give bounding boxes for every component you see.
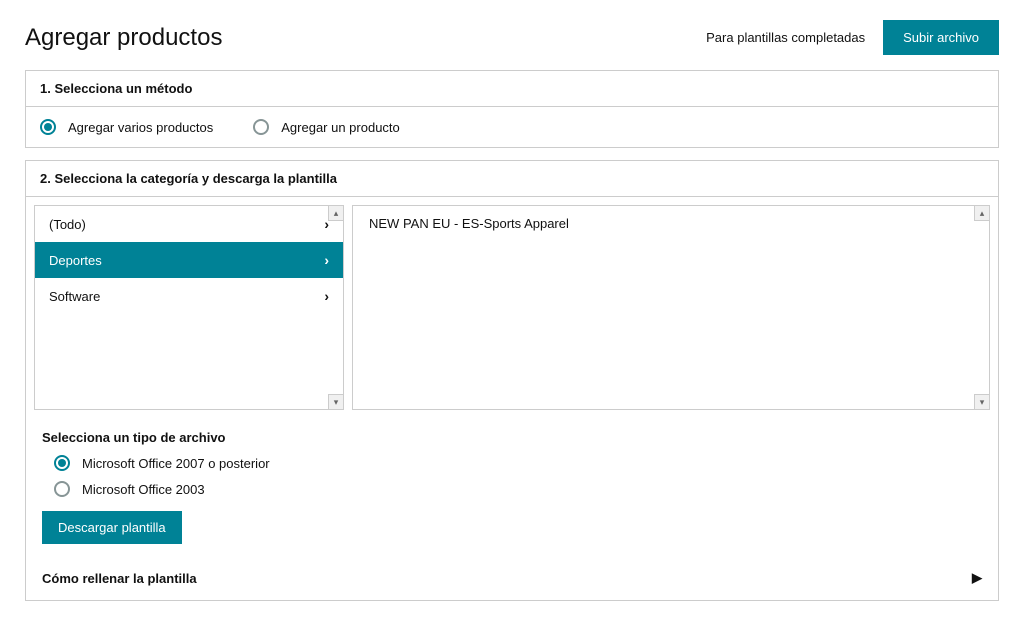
scroll-down-icon[interactable]: ▾ [974, 394, 989, 409]
templates-link[interactable]: Para plantillas completadas [706, 30, 865, 45]
template-detail[interactable]: NEW PAN EU - ES-Sports Apparel [353, 206, 989, 241]
file-type-label: Microsoft Office 2007 o posterior [82, 456, 270, 471]
upload-button[interactable]: Subir archivo [883, 20, 999, 55]
download-template-button[interactable]: Descargar plantilla [42, 511, 182, 544]
step1-panel: 1. Selecciona un método Agregar varios p… [25, 70, 999, 148]
chevron-right-icon: › [324, 288, 329, 304]
method-option-multiple[interactable]: Agregar varios productos [40, 119, 213, 135]
category-item-deportes[interactable]: Deportes › [35, 242, 343, 278]
category-label: (Todo) [49, 217, 86, 232]
step2-title: 2. Selecciona la categoría y descarga la… [26, 161, 998, 197]
scroll-down-icon[interactable]: ▾ [328, 394, 343, 409]
help-label: Cómo rellenar la plantilla [42, 571, 197, 586]
category-list: ▴ (Todo) › Deportes › Software › ▾ [34, 205, 344, 410]
radio-icon [253, 119, 269, 135]
template-detail-panel: ▴ NEW PAN EU - ES-Sports Apparel ▾ [352, 205, 990, 410]
radio-icon [54, 455, 70, 471]
category-item-all[interactable]: (Todo) › [35, 206, 343, 242]
chevron-right-icon: › [324, 252, 329, 268]
category-item-software[interactable]: Software › [35, 278, 343, 314]
scroll-up-icon[interactable]: ▴ [974, 206, 989, 221]
file-type-option-2003[interactable]: Microsoft Office 2003 [42, 481, 982, 497]
file-type-option-2007[interactable]: Microsoft Office 2007 o posterior [42, 455, 982, 471]
method-label: Agregar varios productos [68, 120, 213, 135]
method-option-single[interactable]: Agregar un producto [253, 119, 400, 135]
step2-panel: 2. Selecciona la categoría y descarga la… [25, 160, 999, 601]
file-type-title: Selecciona un tipo de archivo [42, 430, 982, 445]
category-label: Deportes [49, 253, 102, 268]
page-title: Agregar productos [25, 24, 222, 52]
file-type-label: Microsoft Office 2003 [82, 482, 205, 497]
radio-icon [54, 481, 70, 497]
method-label: Agregar un producto [281, 120, 400, 135]
help-row[interactable]: Cómo rellenar la plantilla ▶ [26, 556, 998, 600]
step1-title: 1. Selecciona un método [26, 71, 998, 107]
scroll-up-icon[interactable]: ▴ [328, 206, 343, 221]
radio-icon [40, 119, 56, 135]
triangle-right-icon: ▶ [972, 570, 982, 586]
category-label: Software [49, 289, 100, 304]
